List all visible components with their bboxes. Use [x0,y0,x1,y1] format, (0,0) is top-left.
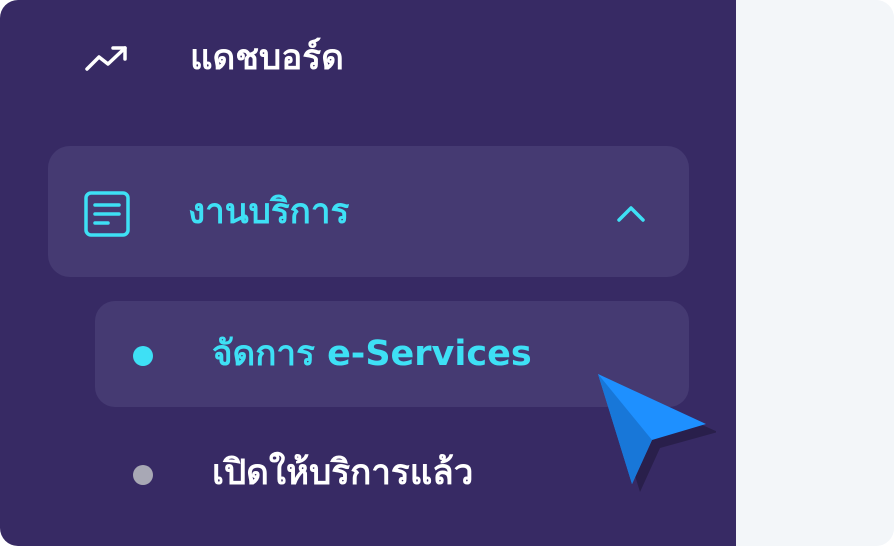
sidebar-subitem-label: เปิดให้บริการแล้ว [212,453,474,493]
bullet-icon [133,465,153,485]
sidebar: แดชบอร์ด งานบริการ จัดการ e-Services เปิ… [0,0,736,546]
trending-up-icon [85,46,127,71]
sidebar-subitem-label: จัดการ e-Services [212,334,532,374]
document-list-icon [84,191,130,237]
sidebar-subitem-manage-eservices[interactable]: จัดการ e-Services [95,301,689,407]
sidebar-item-label: แดชบอร์ด [190,38,344,78]
sidebar-subitem-published-services[interactable]: เปิดให้บริการแล้ว [95,420,689,526]
active-bullet-icon [133,346,153,366]
sidebar-group-label: งานบริการ [188,192,350,232]
sidebar-group-services[interactable]: งานบริการ [48,146,689,277]
chevron-up-icon[interactable] [614,200,648,226]
sidebar-item-dashboard[interactable]: แดชบอร์ด [0,20,736,96]
main-content-area [736,0,894,546]
app-frame: แดชบอร์ด งานบริการ จัดการ e-Services เปิ… [0,0,894,546]
